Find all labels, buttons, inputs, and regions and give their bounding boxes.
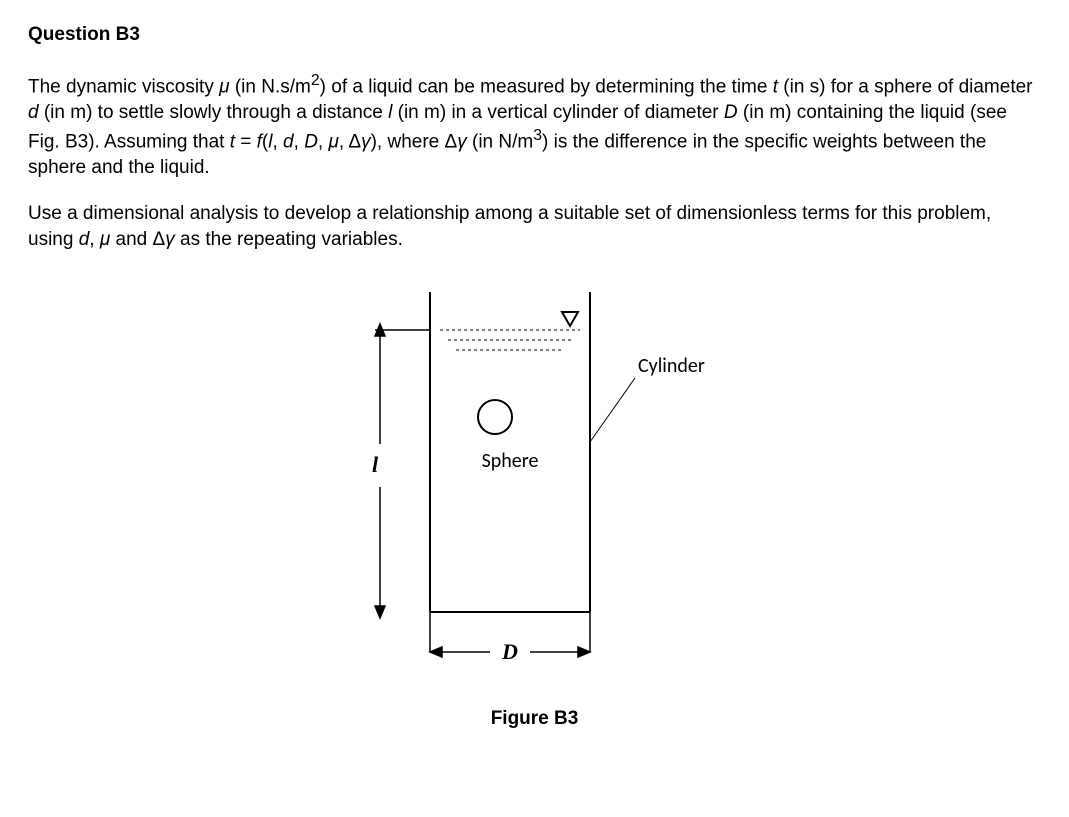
l-label: l	[372, 452, 379, 477]
free-surface-icon	[562, 312, 578, 326]
paragraph-2: Use a dimensional analysis to develop a …	[28, 201, 1041, 252]
figure-b3: Sphere Cylinder l D Figure B3	[28, 282, 1041, 732]
figure-caption: Figure B3	[320, 706, 750, 732]
paragraph-1: The dynamic viscosity μ (in N.s/m2) of a…	[28, 70, 1041, 181]
sphere-label: Sphere	[481, 449, 538, 473]
question-title: Question B3	[28, 22, 1041, 48]
d-label: D	[501, 639, 518, 664]
sphere-icon	[478, 400, 512, 434]
figure-svg: Sphere Cylinder l D	[320, 282, 750, 702]
cylinder-label: Cylinder	[638, 354, 705, 378]
